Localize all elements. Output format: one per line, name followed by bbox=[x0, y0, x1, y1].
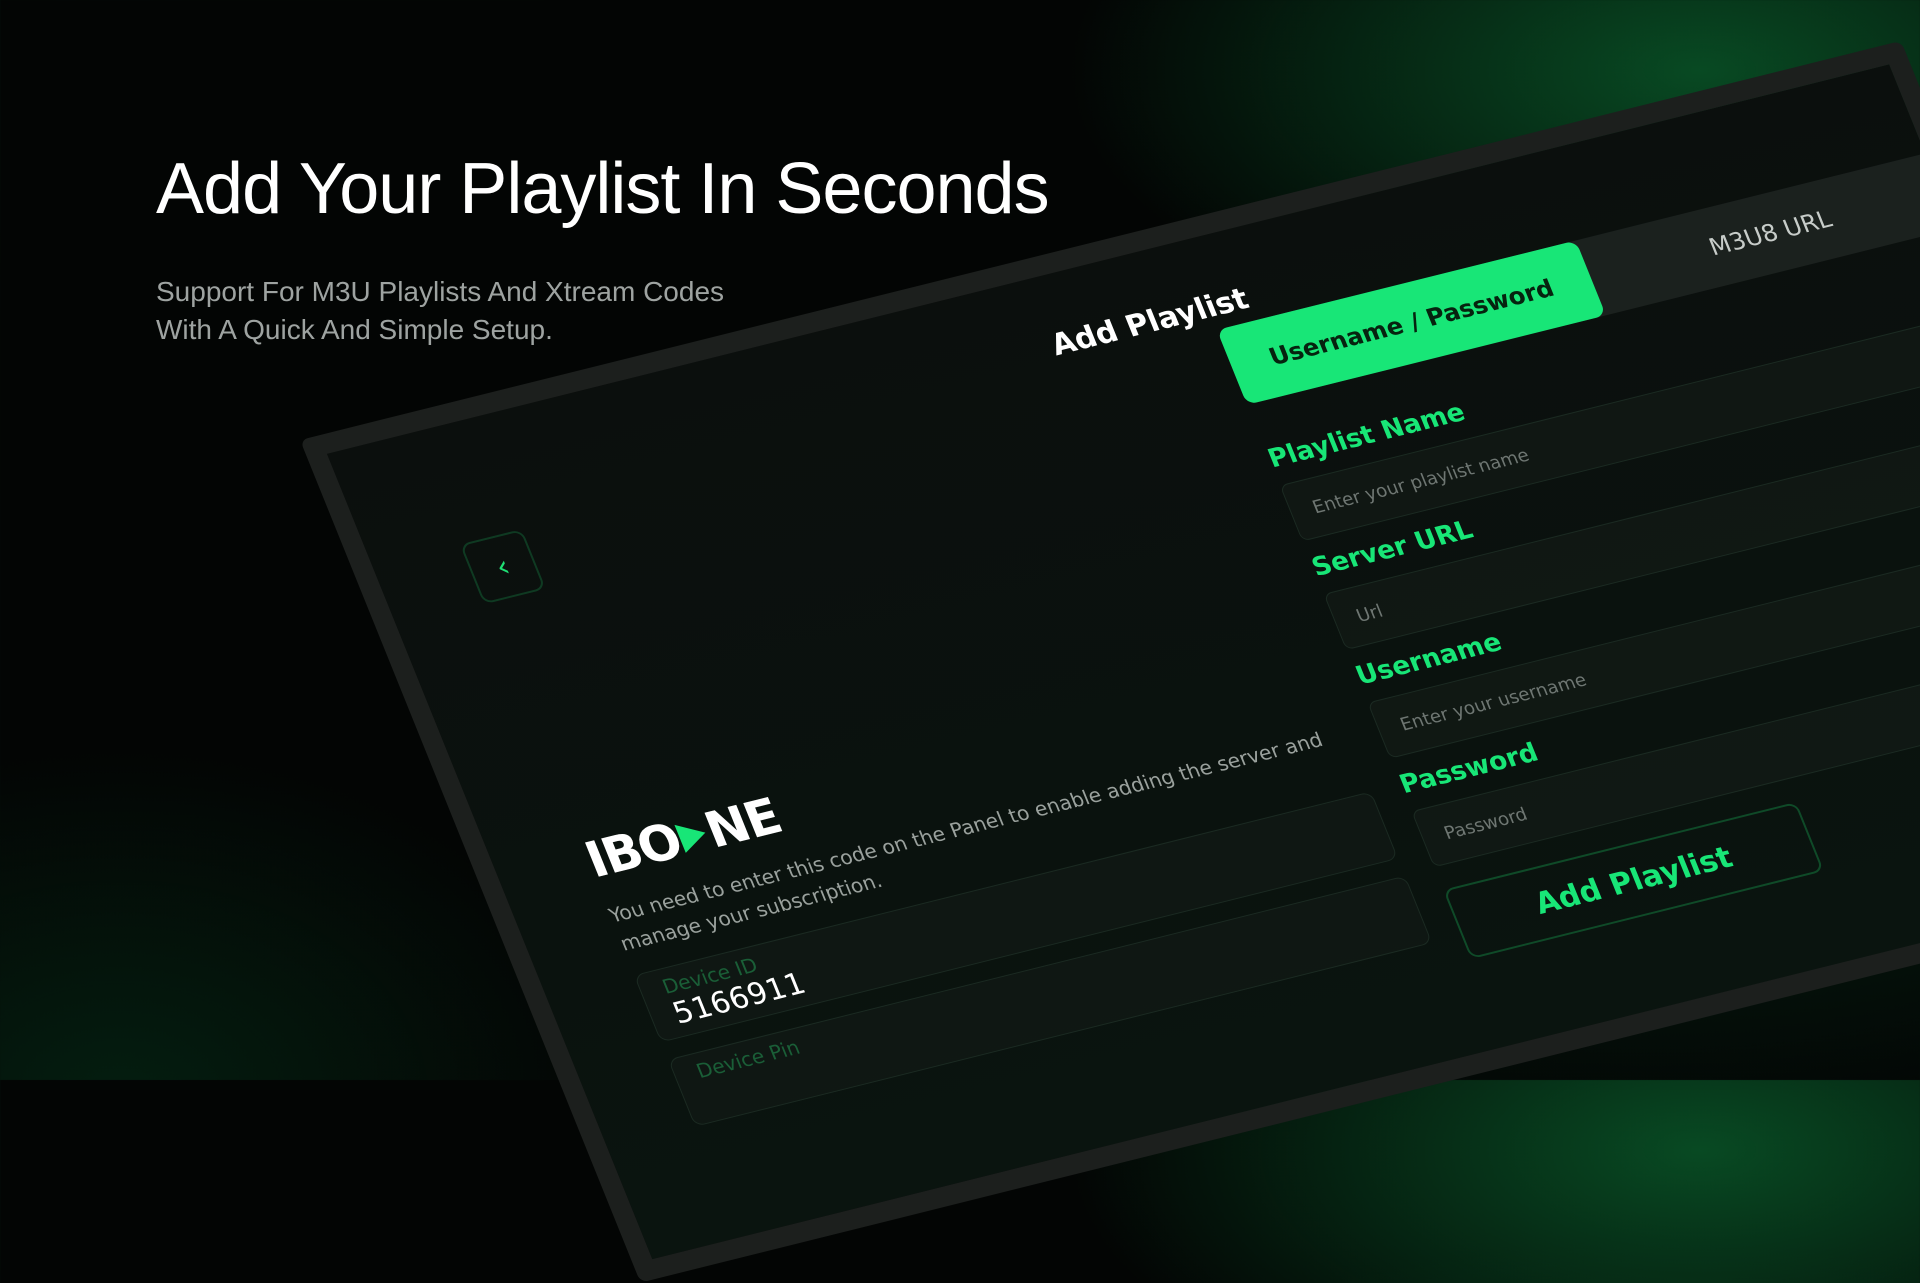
chevron-left-icon: ‹ bbox=[490, 548, 516, 585]
logo-text-left: IBO bbox=[576, 812, 690, 890]
panel-title: Add Playlist bbox=[1046, 281, 1254, 364]
hero-title: Add Your Playlist In Seconds bbox=[156, 149, 1050, 229]
device-pin-label: Device Pin bbox=[692, 1035, 804, 1083]
logo-text-right: NE bbox=[696, 787, 789, 860]
device-info: IBO NE You need to enter this code on th… bbox=[576, 651, 1433, 1127]
back-button[interactable]: ‹ bbox=[459, 528, 547, 605]
